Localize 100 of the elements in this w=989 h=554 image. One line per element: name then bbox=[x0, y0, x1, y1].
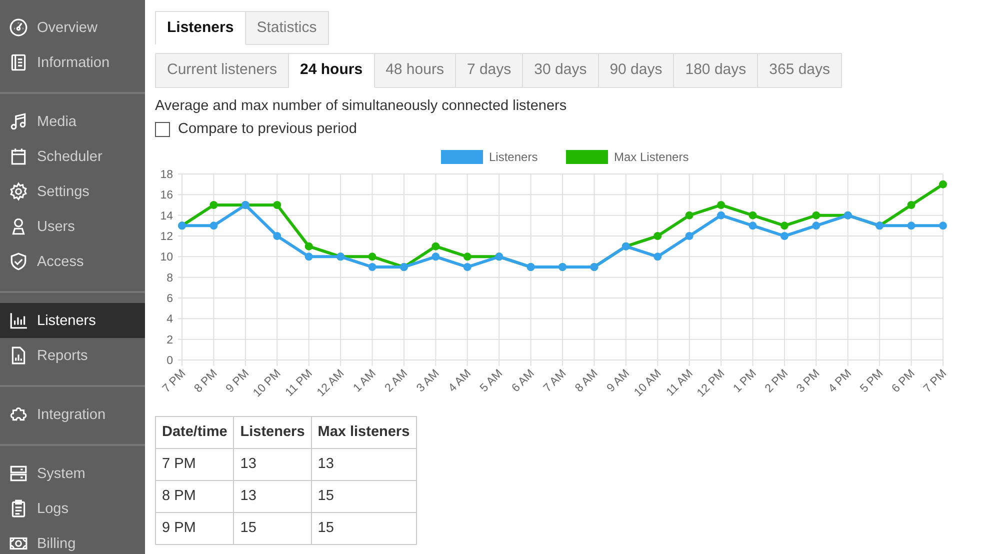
nav-item[interactable]: Billing bbox=[0, 526, 145, 554]
tab[interactable]: 7 days bbox=[456, 53, 524, 88]
x-tick-label: 10 AM bbox=[632, 368, 664, 400]
y-tick-label: 8 bbox=[166, 272, 173, 284]
data-point bbox=[210, 201, 218, 209]
data-point bbox=[654, 252, 662, 261]
data-point bbox=[654, 232, 662, 240]
data-point bbox=[463, 263, 472, 271]
y-tick-label: 14 bbox=[160, 210, 173, 222]
data-point bbox=[907, 222, 916, 230]
tab[interactable]: 90 days bbox=[598, 53, 674, 88]
column-header: Date/time bbox=[156, 416, 234, 448]
nav-item[interactable]: Settings bbox=[0, 174, 145, 209]
legend-label: Max Listeners bbox=[614, 150, 689, 164]
x-tick-label: 8 PM bbox=[192, 368, 220, 396]
data-point bbox=[748, 211, 757, 220]
data-point bbox=[273, 232, 282, 240]
data-point bbox=[717, 211, 726, 220]
data-point bbox=[368, 263, 376, 271]
x-tick-label: 1 PM bbox=[731, 368, 759, 396]
report-icon bbox=[9, 346, 28, 365]
data-point bbox=[780, 232, 788, 240]
x-tick-label: 1 AM bbox=[351, 368, 378, 395]
data-point bbox=[210, 222, 218, 230]
nav-item[interactable]: Listeners bbox=[0, 303, 145, 338]
x-tick-label: 4 PM bbox=[826, 368, 854, 396]
tab[interactable]: 30 days bbox=[523, 53, 599, 88]
data-point bbox=[432, 252, 440, 261]
x-tick-label: 12 AM bbox=[315, 368, 347, 400]
table-cell: 7 PM bbox=[156, 448, 234, 480]
data-point bbox=[780, 222, 788, 230]
data-point bbox=[907, 201, 916, 209]
nav-item[interactable]: Logs bbox=[0, 491, 145, 526]
x-tick-label: 9 AM bbox=[605, 368, 632, 395]
nav-item[interactable]: Integration bbox=[0, 397, 145, 432]
gear-icon bbox=[9, 182, 28, 201]
x-tick-label: 3 PM bbox=[794, 368, 822, 396]
server-icon bbox=[9, 464, 28, 483]
tab[interactable]: 24 hours bbox=[289, 53, 375, 88]
nav-item[interactable]: Scheduler bbox=[0, 139, 145, 174]
x-tick-label: 5 PM bbox=[858, 368, 886, 396]
bar-chart-icon bbox=[9, 311, 28, 330]
x-tick-label: 7 PM bbox=[160, 368, 188, 396]
table-cell: 15 bbox=[311, 480, 416, 512]
book-icon bbox=[9, 53, 28, 72]
x-tick-label: 2 AM bbox=[383, 368, 410, 395]
calendar-icon bbox=[9, 147, 28, 166]
y-tick-label: 0 bbox=[166, 355, 173, 367]
x-tick-label: 12 PM bbox=[695, 368, 728, 400]
nav-item[interactable]: Users bbox=[0, 209, 145, 244]
data-point bbox=[685, 232, 694, 240]
x-tick-label: 11 AM bbox=[664, 368, 696, 399]
x-tick-label: 4 AM bbox=[446, 368, 474, 395]
data-point bbox=[717, 201, 726, 209]
data-point bbox=[463, 252, 472, 261]
x-tick-label: 3 AM bbox=[414, 368, 442, 395]
nav-item[interactable]: System bbox=[0, 456, 145, 491]
table-cell: 8 PM bbox=[156, 480, 234, 512]
column-header: Max listeners bbox=[311, 416, 416, 448]
y-tick-label: 10 bbox=[160, 252, 173, 264]
data-point bbox=[273, 201, 282, 209]
nav-item[interactable]: Information bbox=[0, 45, 145, 80]
nav-item[interactable]: Overview bbox=[0, 10, 145, 45]
table-cell: 13 bbox=[234, 480, 312, 512]
tab[interactable]: 180 days bbox=[674, 53, 758, 88]
table-cell: 15 bbox=[234, 512, 312, 544]
y-tick-label: 18 bbox=[160, 169, 173, 181]
tab[interactable]: Current listeners bbox=[155, 53, 290, 88]
tab[interactable]: 48 hours bbox=[374, 53, 456, 88]
data-point bbox=[304, 242, 313, 250]
data-point bbox=[304, 252, 313, 261]
table-cell: 15 bbox=[311, 512, 416, 544]
column-header: Listeners bbox=[234, 416, 312, 448]
y-tick-label: 2 bbox=[166, 334, 173, 346]
x-tick-label: 8 AM bbox=[573, 368, 600, 395]
data-point bbox=[685, 211, 694, 220]
x-tick-label: 2 PM bbox=[763, 368, 791, 396]
nav-item[interactable]: Media bbox=[0, 104, 145, 139]
tab[interactable]: Statistics bbox=[246, 11, 329, 45]
x-tick-label: 6 PM bbox=[890, 368, 918, 396]
x-tick-label: 5 AM bbox=[478, 368, 506, 395]
x-tick-label: 11 PM bbox=[284, 368, 315, 400]
checkbox[interactable] bbox=[155, 122, 170, 136]
tab[interactable]: 365 days bbox=[758, 53, 842, 88]
nav-item[interactable]: Reports bbox=[0, 338, 145, 373]
data-point bbox=[812, 211, 820, 220]
checkbox-label: Compare to previous period bbox=[178, 121, 357, 137]
music-note-icon bbox=[9, 112, 28, 131]
tab[interactable]: Listeners bbox=[155, 11, 246, 45]
legend-label: Listeners bbox=[489, 150, 538, 164]
gauge-icon bbox=[9, 18, 28, 37]
data-point bbox=[368, 252, 376, 261]
data-point bbox=[812, 222, 820, 230]
nav-item[interactable]: Access bbox=[0, 244, 145, 279]
y-tick-label: 16 bbox=[160, 190, 173, 202]
data-point bbox=[939, 180, 947, 188]
data-point bbox=[432, 242, 440, 250]
x-tick-label: 9 PM bbox=[224, 368, 252, 396]
x-tick-label: 10 PM bbox=[251, 368, 284, 400]
data-point bbox=[748, 222, 757, 230]
